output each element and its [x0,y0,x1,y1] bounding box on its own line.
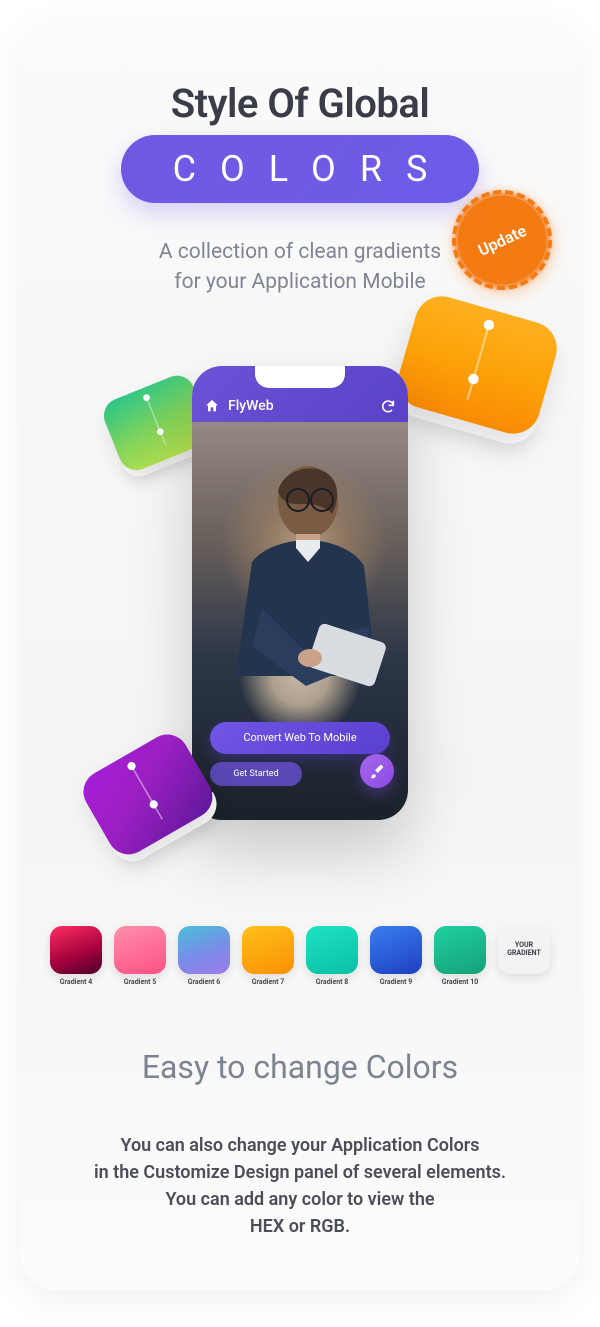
page-title: Style Of Global [20,80,580,127]
swatch-custom[interactable]: YOURGRADIENT [498,926,550,986]
subtitle-line-1: A collection of clean gradients [159,240,441,264]
refresh-icon [380,398,396,414]
promo-card: Style Of Global COLORS Update A collecti… [20,20,580,1290]
phone-content: Convert Web To Mobile Get Started [192,422,408,820]
phone-notch [255,366,345,388]
swatch-gradient-7[interactable]: Gradient 7 [242,926,294,986]
brush-icon [369,763,385,779]
swatch-gradient-9[interactable]: Gradient 9 [370,926,422,986]
app-brand: FlyWeb [228,398,274,414]
swatch-gradient-5[interactable]: Gradient 5 [114,926,166,986]
gradient-tile-2: Gradient 2 [389,290,563,450]
get-started-button[interactable]: Get Started [210,762,302,786]
convert-button[interactable]: Convert Web To Mobile [210,722,390,754]
swatch-row: Gradient 4 Gradient 5 Gradient 6 Gradien… [20,926,580,986]
fab-button[interactable] [360,754,394,788]
title-pill-text: COLORS [149,148,452,190]
swatch-gradient-4[interactable]: Gradient 4 [50,926,102,986]
section-heading: Easy to change Colors [20,1048,580,1086]
body-line-1: You can also change your Application Col… [120,1135,479,1156]
title-pill: COLORS [121,135,479,203]
body-line-3: You can add any color to view the [165,1189,434,1210]
home-icon [204,398,220,414]
section-body: You can also change your Application Col… [20,1132,580,1240]
swatch-gradient-6[interactable]: Gradient 6 [178,926,230,986]
swatch-gradient-10[interactable]: Gradient 10 [434,926,486,986]
hero-area: Gradient 3 Gradient 2 FlyWeb [20,318,580,918]
body-line-2: in the Customize Design panel of several… [94,1162,506,1183]
body-line-4: HEX or RGB. [250,1216,350,1237]
update-badge: Update [452,190,552,290]
swatch-gradient-8[interactable]: Gradient 8 [306,926,358,986]
phone-mockup: FlyWeb [192,366,408,820]
subtitle-line-2: for your Application Mobile [174,270,425,294]
